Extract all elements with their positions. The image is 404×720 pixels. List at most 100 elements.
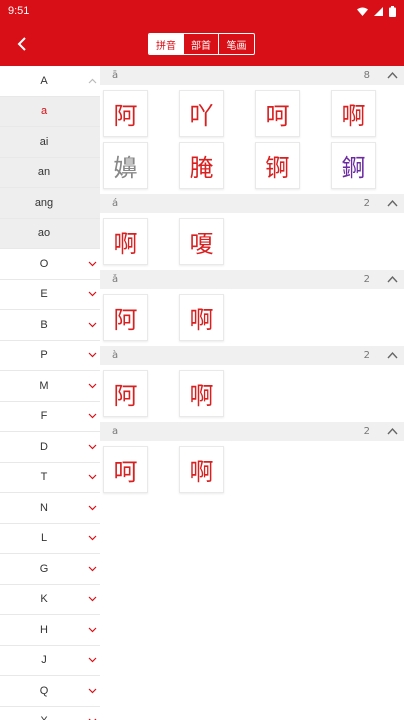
wifi-icon (357, 7, 368, 16)
character-tile[interactable]: 阿 (103, 293, 148, 341)
status-icons (357, 5, 396, 17)
character-cell: 呵 (100, 445, 176, 493)
character-tile[interactable]: 啊 (331, 89, 376, 137)
index-letter-t[interactable]: T (0, 462, 100, 493)
back-arrow-icon (17, 37, 26, 51)
chevron-down-icon (88, 688, 97, 694)
mode-segmented-control: 拼音 部首 笔画 (148, 33, 255, 55)
index-letter-label: F (40, 410, 48, 423)
index-letter-label: N (40, 501, 48, 514)
character-tile[interactable]: 腌 (179, 141, 224, 189)
tab-stroke[interactable]: 笔画 (219, 34, 254, 54)
index-letter-o[interactable]: O (0, 249, 100, 280)
index-letter-x[interactable]: X (0, 706, 100, 720)
tab-radical[interactable]: 部首 (184, 34, 219, 54)
index-sub-label: ao (37, 227, 51, 240)
index-letter-label: L (40, 532, 48, 545)
section-pinyin: ā (112, 70, 119, 81)
character-cell: 錒 (328, 141, 404, 189)
section-header[interactable]: ā8 (100, 66, 404, 85)
index-letter-label: Q (39, 684, 49, 697)
index-sub-a[interactable]: a (0, 96, 100, 127)
character-row: 阿吖呵啊 (100, 87, 404, 139)
character-cell: 啊 (176, 445, 252, 493)
character-cell: 呵 (252, 89, 328, 137)
character-tile[interactable]: 啊 (103, 217, 148, 265)
index-sub-ang[interactable]: ang (0, 188, 100, 219)
character-tile[interactable]: 啊 (179, 445, 224, 493)
index-letter-a[interactable]: A (0, 66, 100, 97)
chevron-down-icon (88, 657, 97, 663)
index-sub-ai[interactable]: ai (0, 127, 100, 158)
character-cell: 阿 (100, 293, 176, 341)
index-sub-ao[interactable]: ao (0, 218, 100, 249)
index-letter-m[interactable]: M (0, 371, 100, 402)
section-header[interactable]: a2 (100, 422, 404, 441)
chevron-up-icon (387, 275, 398, 283)
index-letter-label: G (39, 562, 49, 575)
chevron-up-icon (387, 199, 398, 207)
index-letter-l[interactable]: L (0, 523, 100, 554)
chevron-up-icon (88, 78, 97, 84)
character-tile[interactable]: 錒 (331, 141, 376, 189)
index-letter-label: K (40, 593, 48, 606)
index-letter-k[interactable]: K (0, 584, 100, 615)
index-letter-label: M (39, 379, 49, 392)
section-count: 8 (363, 70, 370, 81)
back-button[interactable] (8, 30, 36, 58)
index-letter-label: P (40, 349, 48, 362)
character-tile[interactable]: 嬶 (103, 141, 148, 189)
chevron-up-icon (387, 427, 398, 435)
index-letter-g[interactable]: G (0, 554, 100, 585)
character-tile[interactable]: 吖 (179, 89, 224, 137)
index-letter-label: O (39, 257, 49, 270)
index-letter-label: J (41, 654, 47, 667)
character-tile[interactable]: 呵 (255, 89, 300, 137)
character-cell: 阿 (100, 89, 176, 137)
section-header[interactable]: ǎ2 (100, 270, 404, 289)
chevron-up-icon (387, 351, 398, 359)
character-cell: 啊 (100, 217, 176, 265)
index-letter-j[interactable]: J (0, 645, 100, 676)
character-tile[interactable]: 嗄 (179, 217, 224, 265)
index-letter-n[interactable]: N (0, 493, 100, 524)
index-letter-q[interactable]: Q (0, 676, 100, 707)
character-row: 阿啊 (100, 367, 404, 419)
index-letter-label: D (40, 440, 48, 453)
index-letter-d[interactable]: D (0, 432, 100, 463)
character-tile[interactable]: 啊 (179, 293, 224, 341)
index-letter-b[interactable]: B (0, 310, 100, 341)
index-letter-f[interactable]: F (0, 401, 100, 432)
section-count: 2 (363, 274, 370, 285)
chevron-down-icon (88, 322, 97, 328)
index-sub-label: an (37, 166, 51, 179)
chevron-down-icon (88, 505, 97, 511)
index-letter-h[interactable]: H (0, 615, 100, 646)
character-tile[interactable]: 阿 (103, 369, 148, 417)
character-tile[interactable]: 啊 (179, 369, 224, 417)
battery-icon (389, 5, 396, 17)
chevron-down-icon (88, 383, 97, 389)
character-cell: 阿 (100, 369, 176, 417)
section-count: 2 (363, 198, 370, 209)
index-letter-e[interactable]: E (0, 279, 100, 310)
chevron-down-icon (88, 444, 97, 450)
character-cell: 啊 (176, 369, 252, 417)
character-row: 呵啊 (100, 443, 404, 495)
character-tile[interactable]: 呵 (103, 445, 148, 493)
character-row: 嬶腌锕錒 (100, 139, 404, 191)
app-root: 9:51 拼音 部首 笔画 A a ai an ang ao O E B P M F D T N… (0, 0, 404, 720)
character-grid: 阿啊 (100, 365, 404, 422)
section-count: 2 (363, 350, 370, 361)
section-header[interactable]: à2 (100, 346, 404, 365)
character-tile[interactable]: 锕 (255, 141, 300, 189)
index-sub-an[interactable]: an (0, 157, 100, 188)
tab-pinyin[interactable]: 拼音 (149, 34, 184, 54)
character-tile[interactable]: 阿 (103, 89, 148, 137)
character-cell: 啊 (176, 293, 252, 341)
section-header[interactable]: á2 (100, 194, 404, 213)
status-bar: 9:51 (0, 0, 404, 22)
chevron-down-icon (88, 261, 97, 267)
chevron-down-icon (88, 291, 97, 297)
index-letter-p[interactable]: P (0, 340, 100, 371)
